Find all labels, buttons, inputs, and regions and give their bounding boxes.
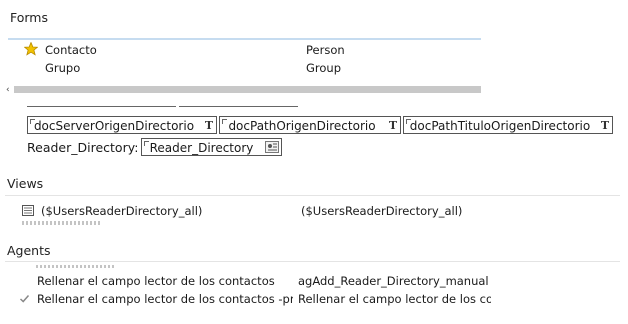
- form-name: Grupo: [45, 61, 81, 75]
- forms-list: Contacto Person Grupo Group: [8, 40, 481, 80]
- reader-directory-label: Reader_Directory:: [27, 140, 139, 155]
- agents-list: Rellenar el campo lector de los contacto…: [8, 265, 493, 315]
- list-item[interactable]: Rellenar el campo lector de los contacto…: [8, 291, 493, 308]
- agent-alias: agAdd_Reader_Directory_manual: [298, 274, 488, 288]
- field-label: docPathTituloOrigenDirectorio: [409, 119, 591, 133]
- list-item[interactable]: Grupo Group: [8, 60, 481, 77]
- views-header-rule: [5, 195, 620, 196]
- views-list: ($UsersReaderDirectory_all) ($UsersReade…: [8, 199, 473, 225]
- scroll-left-arrow-icon[interactable]: ‹: [6, 86, 10, 95]
- field-cut-edge: [27, 106, 176, 107]
- agents-section-title: Agents: [7, 243, 51, 258]
- check-icon: [19, 293, 30, 304]
- star-icon: [23, 41, 39, 56]
- forms-section-title: Forms: [10, 10, 49, 25]
- field-doc-path-origen[interactable]: docPathOrigenDirectorio T: [219, 116, 401, 134]
- field-cut-edge: [179, 106, 298, 107]
- agent-name: Rellenar el campo lector de los contacto…: [37, 274, 275, 288]
- field-doc-server-origen[interactable]: docServerOrigenDirectorio T: [27, 116, 217, 134]
- view-icon: [22, 205, 34, 216]
- field-label: Reader_Directory: [149, 141, 254, 155]
- list-item[interactable]: ($UsersReaderDirectory_all) ($UsersReade…: [8, 203, 473, 220]
- clipped-row-fragment: [22, 221, 102, 225]
- readers-field-icon: [265, 141, 279, 153]
- text-field-icon: T: [388, 119, 397, 132]
- horizontal-scrollbar[interactable]: [14, 86, 481, 93]
- field-doc-path-titulo-origen[interactable]: docPathTituloOrigenDirectorio T: [403, 116, 613, 134]
- clipped-row-fragment: [36, 265, 116, 268]
- agent-name: Rellenar el campo lector de los contacto…: [37, 292, 293, 306]
- agents-header-rule: [5, 261, 620, 262]
- agent-alias: Rellenar el campo lector de los co...: [298, 292, 491, 306]
- reader-directory-field[interactable]: Reader_Directory: [141, 138, 282, 156]
- form-name: Contacto: [45, 43, 97, 57]
- form-alias: Group: [306, 61, 342, 75]
- form-alias: Person: [306, 43, 345, 57]
- text-field-icon: T: [204, 119, 213, 132]
- list-item[interactable]: Contacto Person: [8, 41, 481, 59]
- field-label: docServerOrigenDirectorio: [33, 119, 195, 133]
- view-alias: ($UsersReaderDirectory_all): [301, 204, 463, 218]
- views-section-title: Views: [7, 176, 44, 191]
- field-label: docPathOrigenDirectorio: [228, 119, 376, 133]
- text-field-icon: T: [600, 119, 609, 132]
- view-name: ($UsersReaderDirectory_all): [41, 204, 203, 218]
- list-item[interactable]: Rellenar el campo lector de los contacto…: [8, 273, 493, 290]
